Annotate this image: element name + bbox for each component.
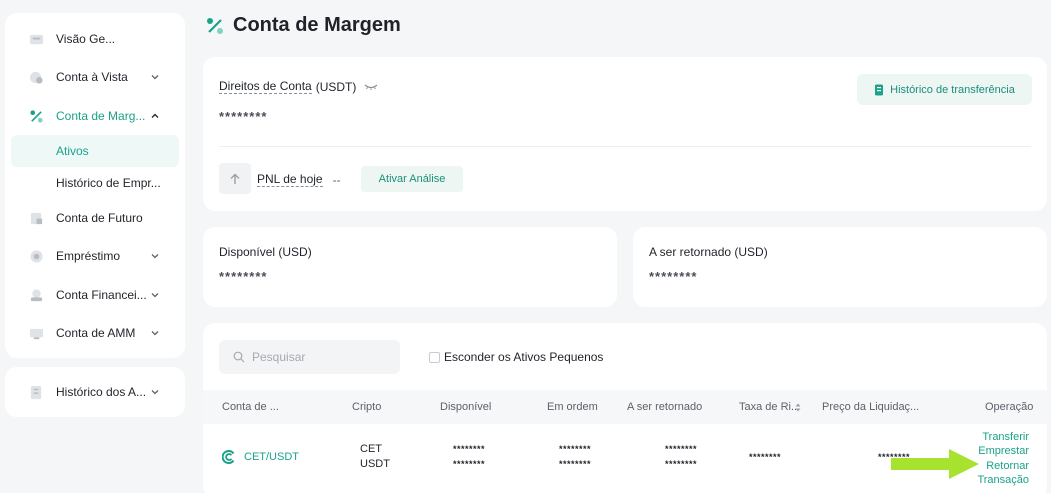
row-risk-rate: ********: [749, 452, 782, 462]
row-crypto-quote: USDT: [360, 458, 390, 470]
pnl-trend-indicator: [219, 163, 251, 194]
row-account[interactable]: CET/USDT: [222, 450, 299, 464]
sidebar-item-label: Empréstimo: [56, 249, 121, 263]
cet-coin-icon: [222, 450, 235, 464]
divider: [219, 146, 1031, 147]
sidebar-item-finance-account[interactable]: Conta Financei...: [5, 277, 185, 313]
sidebar-item-label: Conta Financei...: [56, 288, 147, 302]
chevron-down-icon: [151, 254, 159, 259]
overview-icon: [29, 34, 44, 44]
sidebar-item-label: Conta de Futuro: [56, 211, 143, 225]
search-icon: [233, 351, 245, 363]
table-row: CET/USDT CET USDT ******** ******** ****…: [203, 425, 1047, 493]
page-title: Conta de Margem: [233, 14, 401, 36]
column-header-available: Disponível: [440, 401, 492, 413]
row-account-pair: CET/USDT: [244, 451, 299, 463]
to-return-card: A ser retornado (USD) ********: [633, 227, 1047, 307]
row-to-return-base: ********: [665, 444, 698, 454]
futures-icon: [30, 212, 43, 224]
available-value: ********: [219, 269, 268, 284]
sidebar-subitem-loan-history[interactable]: Histórico de Empr...: [11, 167, 179, 199]
chevron-up-icon: [151, 113, 159, 118]
sidebar-subitem-label: Histórico de Empr...: [56, 176, 161, 190]
column-header-to-return: A ser retornado: [627, 401, 703, 413]
sidebar: Visão Ge... Conta à Vista Conta de Marg.…: [5, 13, 185, 358]
sidebar-item-amm-account[interactable]: Conta de AMM: [5, 315, 185, 351]
arrow-up-icon: [230, 173, 240, 184]
to-return-label: A ser retornado (USD): [649, 245, 768, 259]
account-rights-title[interactable]: Direitos de Conta: [219, 79, 312, 94]
sidebar-item-spot-account[interactable]: Conta à Vista: [5, 59, 185, 95]
row-available-quote: ********: [453, 459, 486, 469]
column-header-crypto: Cripto: [352, 401, 382, 413]
assets-table-card: Pesquisar Esconder os Ativos Pequenos Co…: [203, 323, 1047, 493]
spot-account-icon: [29, 71, 43, 84]
eye-closed-icon[interactable]: [364, 83, 378, 91]
row-to-return-quote: ********: [665, 459, 698, 469]
sidebar-bottom: Histórico dos A...: [5, 367, 185, 417]
row-crypto-base: CET: [360, 443, 382, 455]
available-label: Disponível (USD): [219, 245, 312, 259]
account-overview-card: Direitos de Conta (USDT) ******** Histór…: [203, 57, 1047, 211]
row-to-return: ******** ********: [665, 444, 697, 469]
available-card: Disponível (USD) ********: [203, 227, 617, 307]
row-in-order-quote: ********: [559, 459, 592, 469]
finance-icon: [30, 288, 43, 301]
account-rights-unit: (USDT): [315, 79, 357, 94]
hide-small-assets-toggle[interactable]: Esconder os Ativos Pequenos: [429, 350, 603, 364]
column-header-liquidation-price: Preço da Liquidaç...: [822, 401, 920, 413]
amm-icon: [29, 328, 44, 339]
sidebar-item-futures-account[interactable]: Conta de Futuro: [5, 200, 185, 236]
column-header-in-order: Em ordem: [547, 401, 598, 413]
hide-small-assets-checkbox[interactable]: [429, 351, 440, 363]
margin-icon: [207, 17, 223, 34]
sidebar-item-label: Conta à Vista: [56, 70, 128, 84]
row-crypto: CET USDT: [360, 443, 390, 470]
hide-small-assets-label: Esconder os Ativos Pequenos: [444, 350, 604, 364]
search-field[interactable]: Pesquisar: [219, 340, 400, 374]
chevron-down-icon: [151, 331, 159, 336]
account-rights-label: Direitos de Conta (USDT): [219, 79, 378, 94]
sidebar-item-overview[interactable]: Visão Ge...: [5, 21, 185, 57]
enable-analysis-button[interactable]: Ativar Análise: [361, 166, 463, 192]
row-in-order-base: ********: [559, 444, 592, 454]
column-header-risk-rate[interactable]: Taxa de Ri...: [739, 401, 800, 413]
chevron-down-icon: [151, 293, 159, 298]
search-placeholder: Pesquisar: [252, 350, 306, 364]
page-header: Conta de Margem: [205, 14, 401, 37]
pnl-today-value: --: [332, 172, 341, 187]
sidebar-item-label: Conta de Marg...: [56, 109, 146, 123]
transfer-history-label: Histórico de transferência: [890, 83, 1015, 96]
margin-icon: [30, 109, 43, 123]
column-header-account: Conta de ...: [222, 401, 279, 413]
chevron-down-icon: [151, 75, 159, 80]
transfer-history-button[interactable]: Histórico de transferência: [857, 74, 1032, 105]
sidebar-item-margin-account[interactable]: Conta de Marg...: [5, 98, 185, 134]
sidebar-item-loan[interactable]: Empréstimo: [5, 238, 185, 274]
pnl-today-label[interactable]: PNL de hoje: [257, 172, 323, 187]
sort-icon[interactable]: [795, 403, 801, 412]
to-return-value: ********: [649, 269, 698, 284]
sidebar-item-label: Visão Ge...: [56, 32, 116, 46]
transfer-link[interactable]: Transferir: [982, 431, 1029, 443]
sidebar-item-label: Histórico dos A...: [56, 385, 147, 399]
row-in-order: ******** ********: [559, 444, 591, 469]
history-icon: [30, 385, 42, 399]
table-header: Conta de ... Cripto Disponível Em ordem …: [203, 390, 1047, 424]
row-available-base: ********: [453, 444, 486, 454]
sidebar-item-history[interactable]: Histórico dos A...: [5, 374, 185, 410]
chevron-down-icon: [151, 390, 159, 395]
loan-icon: [30, 249, 43, 263]
row-available: ******** ********: [453, 444, 485, 469]
document-icon: [875, 84, 884, 95]
sidebar-subitem-label: Ativos: [56, 144, 89, 158]
sidebar-subitem-assets[interactable]: Ativos: [11, 135, 179, 167]
account-rights-value: ********: [219, 109, 268, 124]
sidebar-item-label: Conta de AMM: [56, 326, 136, 340]
column-header-operation: Operação: [985, 401, 1034, 413]
pnl-today: PNL de hoje --: [257, 172, 341, 187]
annotation-arrow-icon: [891, 449, 979, 479]
